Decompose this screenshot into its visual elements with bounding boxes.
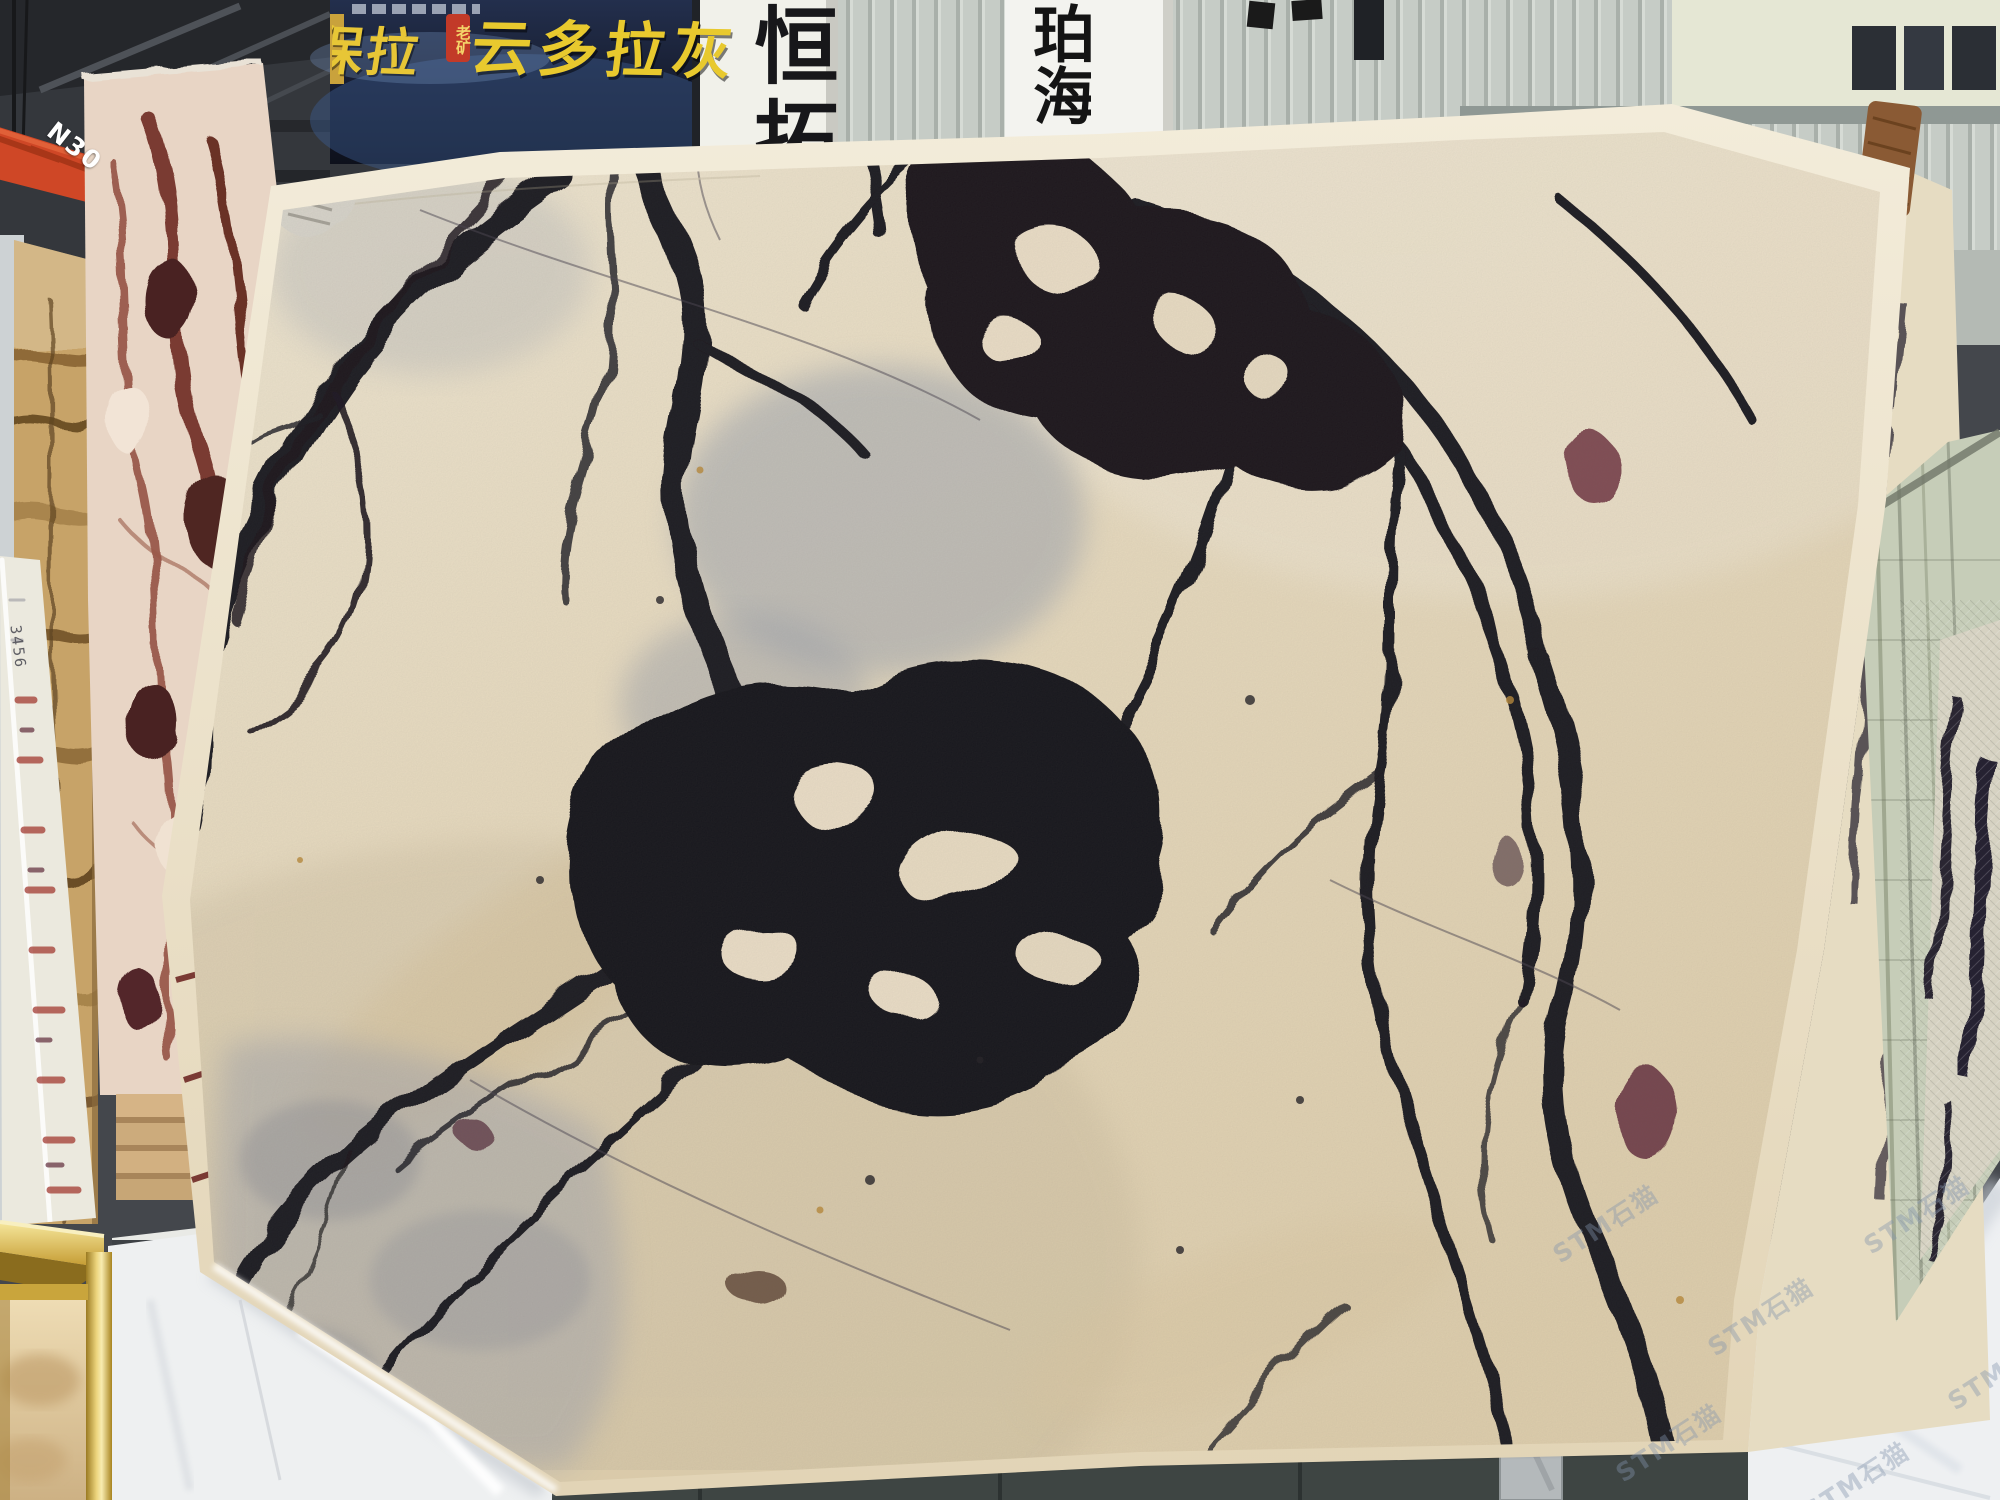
white-edge-slab (0, 556, 96, 1226)
marble-warehouse-photo: 恒拓 保拉 老矿 云多拉灰 珀海 N30 (0, 0, 2000, 1500)
main-marble-slab (0, 0, 2000, 1500)
brass-display-stand (0, 1222, 112, 1500)
slabs-foreground (0, 0, 2000, 1500)
